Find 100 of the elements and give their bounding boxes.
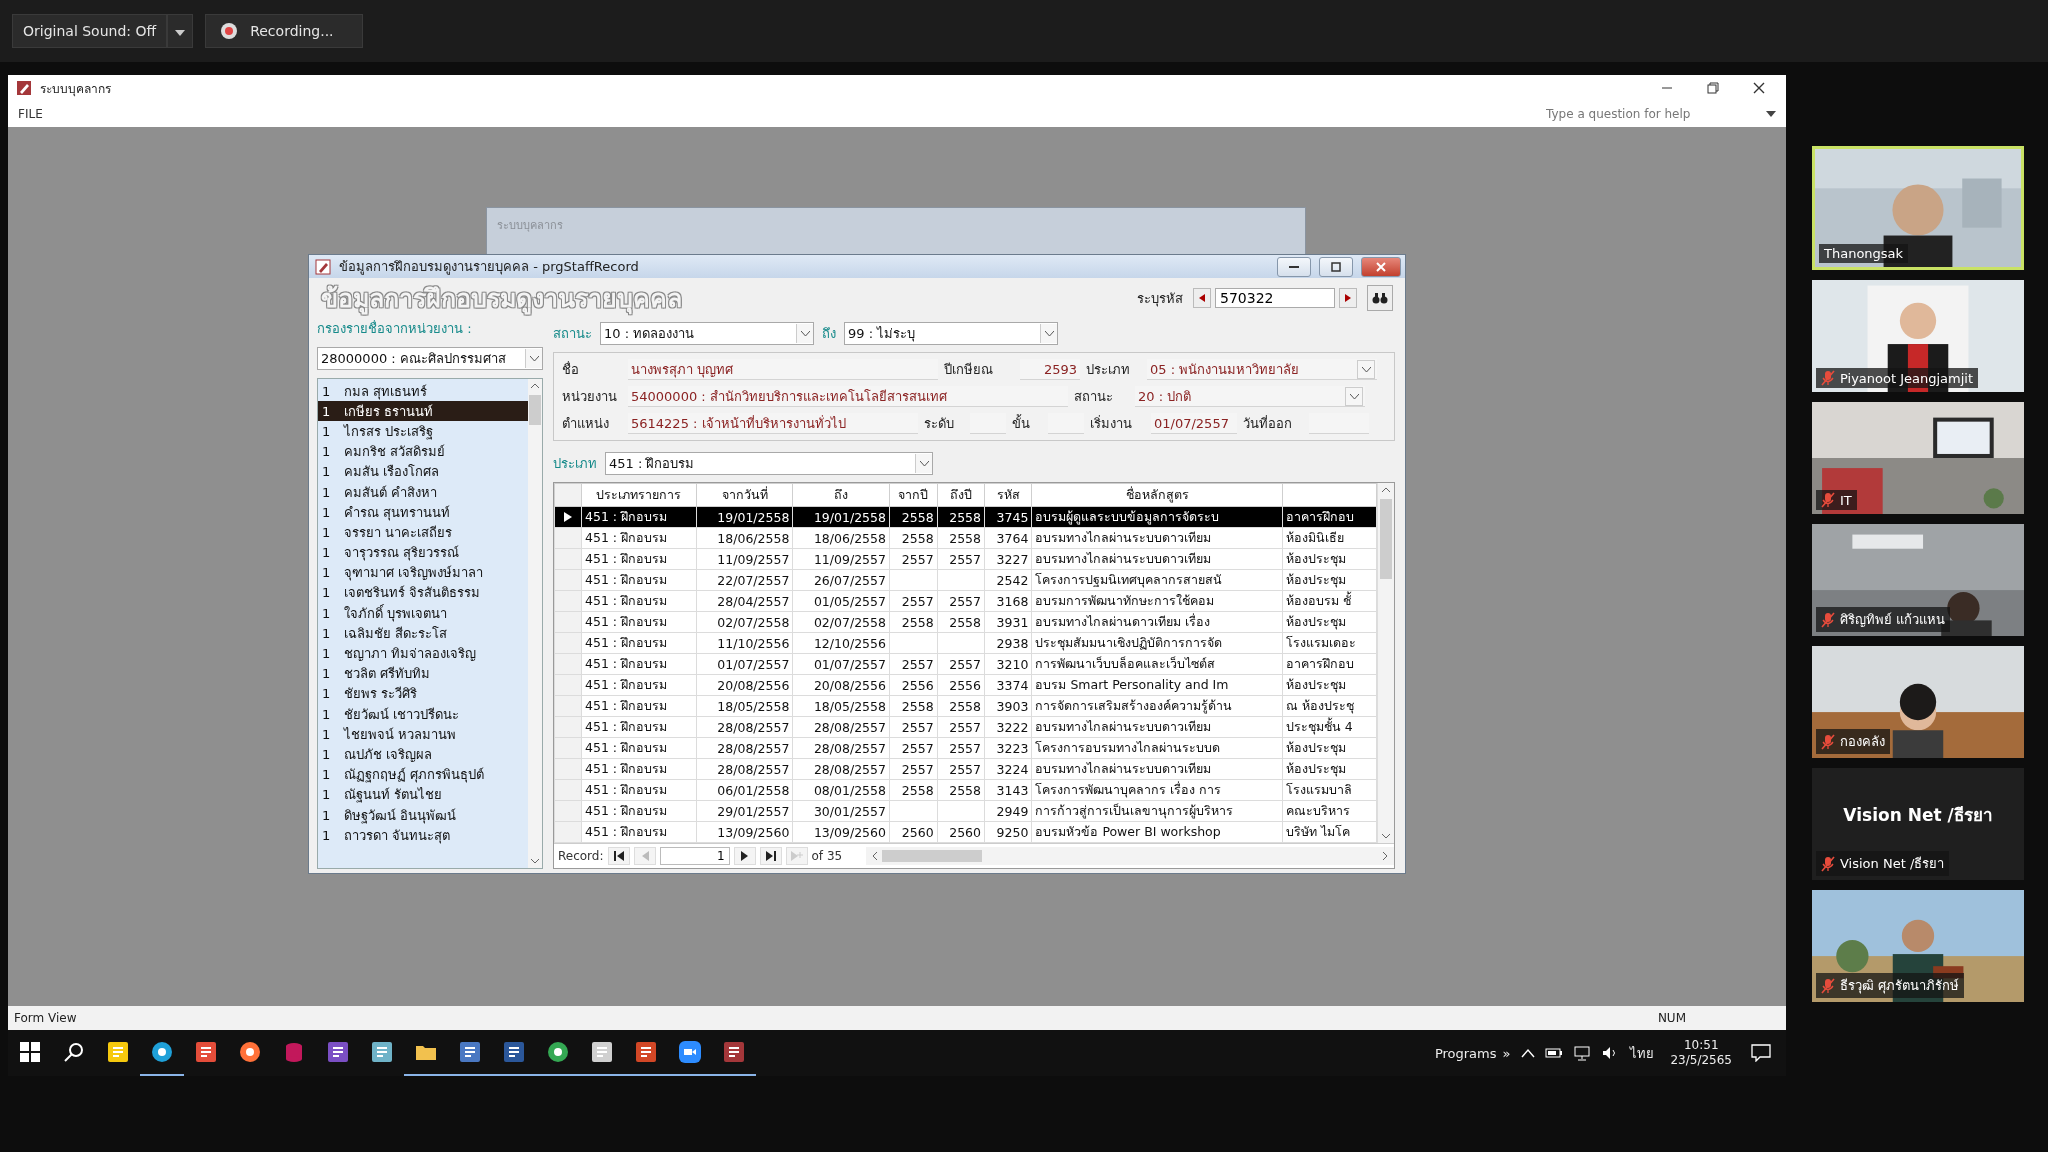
record-number-field[interactable]: 1	[659, 847, 730, 865]
table-cell: 08/01/2558	[792, 779, 890, 801]
help-search-field[interactable]: Type a question for help	[1544, 106, 1758, 122]
detail-field[interactable]: 54000000 : สำนักวิทยบริการและเทคโนโลยีสารสนเทศ	[628, 386, 1068, 407]
close-button[interactable]	[1361, 256, 1401, 277]
scrollbar-thumb[interactable]	[529, 395, 541, 425]
staff-list-item[interactable]: 1 ณปภัช เจริญผล	[318, 744, 528, 765]
staff-list-item[interactable]: 1 ชวลิต ศรีทับทิม	[318, 663, 528, 684]
record-selector[interactable]	[554, 506, 582, 528]
staff-list-item[interactable]: 1 จารุวรรณ สุริยวรรณ์	[318, 542, 528, 563]
toolbar-expand[interactable]: »	[1502, 1045, 1511, 1061]
table-cell: 18/05/2558	[696, 695, 793, 717]
staff-list-item[interactable]: 1 ชัยวัฒน์ เชาวปรีดนะ	[318, 704, 528, 725]
clock-date[interactable]: 23/5/2565	[1670, 1053, 1732, 1068]
close-icon[interactable]	[1752, 81, 1766, 95]
detail-field[interactable]: 5614225 : เจ้าหน้าที่บริหารงานทั่วไป	[628, 413, 918, 434]
app-icon[interactable]	[194, 1040, 218, 1064]
browser-icon[interactable]	[238, 1040, 262, 1064]
previous-button[interactable]	[1193, 288, 1211, 308]
status-dropdown[interactable]: 10 : ทดลองงาน	[600, 321, 814, 345]
chevron-left-icon[interactable]	[872, 851, 879, 861]
menu-item[interactable]: FILE	[18, 107, 43, 121]
staff-list-item[interactable]: 1 ดิษฐวัฒน์ อินนุพัฒน์	[318, 804, 528, 826]
app-icon[interactable]	[370, 1040, 394, 1064]
maximize-button[interactable]	[1319, 256, 1353, 277]
original-sound-button[interactable]: Original Sound: Off	[12, 14, 168, 48]
clock-time[interactable]: 10:51	[1683, 1038, 1719, 1053]
staff-list-item[interactable]: 1 ณัฏฐกฤษฏ์ ศุภกรพินธุปต์	[318, 764, 528, 785]
table-cell: 18/06/2558	[792, 527, 890, 549]
app-icon[interactable]	[326, 1040, 350, 1064]
next-button[interactable]	[1339, 288, 1357, 308]
column-header[interactable]: ถึง	[792, 483, 890, 507]
minimize-button[interactable]	[1277, 256, 1311, 277]
staff-list-item[interactable]: 1 ไกรสร ประเสริฐ	[318, 421, 528, 442]
detail-field[interactable]: 05 : พนักงานมหาวิทยาลัย	[1147, 359, 1377, 380]
column-header[interactable]: ประเภทรายการ	[581, 483, 697, 507]
slides-icon[interactable]	[634, 1040, 658, 1064]
recording-button[interactable]: Recording...	[205, 14, 364, 48]
staff-list-item[interactable]: 1 คำรณ สุนทรานนท์	[318, 502, 528, 523]
table-cell: 451 : ฝึกอบรม	[581, 590, 697, 612]
staff-list-item[interactable]: 1 ณัฐนนท์ รัตนไชย	[318, 784, 528, 805]
toolbar-label[interactable]: Programs	[1434, 1045, 1497, 1061]
camera-icon[interactable]	[678, 1040, 702, 1064]
staff-list-item[interactable]: 1 คมกริช สวัสดิรมย์	[318, 441, 528, 462]
browser-icon[interactable]	[150, 1040, 174, 1064]
find-button[interactable]	[1367, 285, 1393, 311]
battery-icon[interactable]	[1545, 1046, 1564, 1060]
chevron-down-icon[interactable]	[1381, 833, 1391, 839]
status-dropdown[interactable]: 99 : ไม่ระบุ	[844, 321, 1058, 345]
column-header[interactable]: จากวันที่	[696, 483, 793, 507]
scrollbar[interactable]	[528, 379, 542, 868]
staff-list-item[interactable]: 1 คมสัน เรืองโกศล	[318, 461, 528, 482]
staff-list-item[interactable]: 1 ถาวรดา จันทนะสุต	[318, 825, 528, 846]
staff-list-item[interactable]: 1 คมสันต์ คำสิงหา	[318, 481, 528, 503]
next-record-button[interactable]	[733, 847, 756, 865]
column-header[interactable]: ถึงปี	[937, 483, 985, 507]
table-cell: 3168	[984, 590, 1032, 612]
document-icon[interactable]	[502, 1040, 526, 1064]
language-indicator[interactable]: ไทย	[1630, 1042, 1655, 1064]
detail-field[interactable]: 20 : ปกติ	[1135, 386, 1365, 407]
staff-list-item[interactable]: 1 ชญาภา ทิมจ่าลองเจริญ	[318, 643, 528, 664]
staff-list-item[interactable]: 1 เจตชรินทร์ จิรสันติธรรม	[318, 582, 528, 604]
windows-logo-icon[interactable]	[18, 1040, 42, 1064]
chevron-down-icon[interactable]	[530, 858, 540, 864]
notification-icon[interactable]	[1751, 1044, 1771, 1062]
restore-icon[interactable]	[1706, 81, 1720, 95]
browser-icon[interactable]	[546, 1040, 570, 1064]
column-header[interactable]: จากปี	[889, 483, 938, 507]
staff-list-item[interactable]: 1 ใจภักดิ์ บุรพเจตนา	[318, 603, 528, 624]
maximize-icon	[1330, 261, 1342, 272]
type-dropdown[interactable]: 451 : ฝึกอบรม	[605, 451, 933, 475]
department-dropdown[interactable]: 28000000 : คณะศิลปกรรมศาส	[317, 347, 543, 370]
note-icon[interactable]	[106, 1040, 130, 1064]
last-record-button[interactable]	[759, 847, 782, 865]
table-cell: 3903	[984, 695, 1032, 717]
search-icon[interactable]	[62, 1040, 86, 1064]
scrollbar[interactable]	[866, 847, 1394, 865]
chevron-right-icon[interactable]	[1382, 851, 1388, 861]
table-cell: 2557	[937, 737, 985, 759]
scrollbar-thumb[interactable]	[1380, 499, 1392, 579]
column-header[interactable]: ชื่อหลักสูตร	[1031, 483, 1283, 507]
staff-list-item[interactable]: 1 เกษียร ธรานนท์	[318, 401, 528, 422]
staff-list-item[interactable]: 1 จรรยา นาคะเสถียร	[318, 522, 528, 543]
staff-id-field[interactable]: 570322	[1215, 288, 1335, 308]
staff-list-item[interactable]: 1 จุฑามาศ เจริญพงษ์มาลา	[318, 562, 528, 583]
dropdown-button[interactable]	[167, 14, 194, 48]
first-record-button[interactable]	[607, 847, 630, 865]
database-app-icon[interactable]	[722, 1040, 746, 1064]
scrollbar[interactable]	[1377, 483, 1394, 843]
scrollbar-thumb[interactable]	[882, 850, 983, 862]
table-cell: ห้องประชุม	[1282, 674, 1377, 696]
staff-list-item[interactable]: 1 เฉลิมชัย สีดะระโส	[318, 623, 528, 644]
staff-list-item[interactable]: 1 ไชยพจน์ หวลมานพ	[318, 724, 528, 745]
table-cell	[889, 569, 938, 591]
network-icon[interactable]	[1573, 1045, 1592, 1061]
staff-list-item[interactable]: 1 ชัยพร ระวีศิริ	[318, 683, 528, 704]
staff-list-item[interactable]: 1 กมล สุทเธนทร์	[318, 381, 528, 402]
document-icon[interactable]	[590, 1040, 614, 1064]
column-header[interactable]: รหัส	[984, 483, 1032, 507]
caret-icon[interactable]	[1766, 111, 1776, 117]
